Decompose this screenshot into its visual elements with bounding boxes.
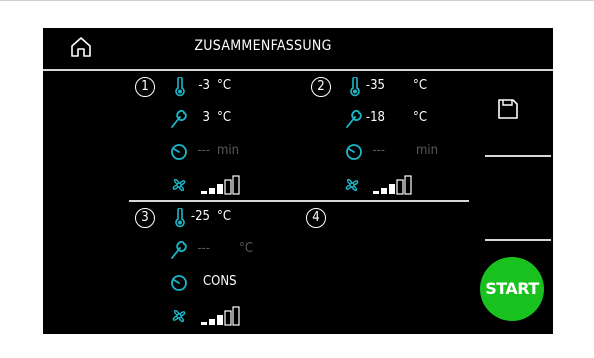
timer-icon <box>171 275 187 291</box>
program-1-temperature[interactable]: -3 <box>168 78 210 93</box>
fan-icon <box>172 309 186 323</box>
program-1-time-unit: min <box>217 143 240 158</box>
program-1-fan-speed[interactable] <box>201 175 245 195</box>
fan-icon <box>345 178 359 192</box>
top-border <box>0 0 594 1</box>
program-2-probe-temperature[interactable]: -18 <box>343 110 385 125</box>
program-2-number[interactable]: 2 <box>311 77 331 97</box>
program-3-probe-unit: °C <box>239 241 254 256</box>
program-3-probe-temperature[interactable]: --- <box>168 241 210 256</box>
program-2-time[interactable]: --- <box>343 143 385 158</box>
save-icon[interactable] <box>497 98 519 120</box>
program-1-temperature-unit: °C <box>217 78 232 93</box>
program-2-temperature[interactable]: -35 <box>343 78 385 93</box>
program-1-probe-temperature[interactable]: 3 <box>168 110 210 125</box>
program-2-temperature-unit: °C <box>413 78 428 93</box>
program-4-number[interactable]: 4 <box>306 208 326 228</box>
page-title: ZUSAMMENFASSUNG <box>194 38 332 54</box>
right-divider-bottom <box>485 239 551 241</box>
program-1-number[interactable]: 1 <box>135 77 155 97</box>
program-3-temperature[interactable]: -25 <box>168 209 210 224</box>
program-3-fan-speed[interactable] <box>201 306 245 326</box>
control-panel-screen: ZUSAMMENFASSUNG 1 -3 °C 3 °C --- min 2 -… <box>43 28 553 334</box>
fan-icon <box>172 178 186 192</box>
program-3-number[interactable]: 3 <box>135 208 155 228</box>
program-2-probe-unit: °C <box>413 110 428 125</box>
program-3-time[interactable]: CONS <box>203 274 237 289</box>
program-3-temperature-unit: °C <box>217 209 232 224</box>
header-divider <box>43 69 553 71</box>
program-1-probe-unit: °C <box>217 110 232 125</box>
program-2-fan-speed[interactable] <box>373 175 417 195</box>
right-divider-top <box>485 155 551 157</box>
program-divider <box>129 200 469 202</box>
start-button[interactable]: START <box>480 257 544 321</box>
program-2-time-unit: min <box>416 143 439 158</box>
program-1-time[interactable]: --- <box>168 143 210 158</box>
